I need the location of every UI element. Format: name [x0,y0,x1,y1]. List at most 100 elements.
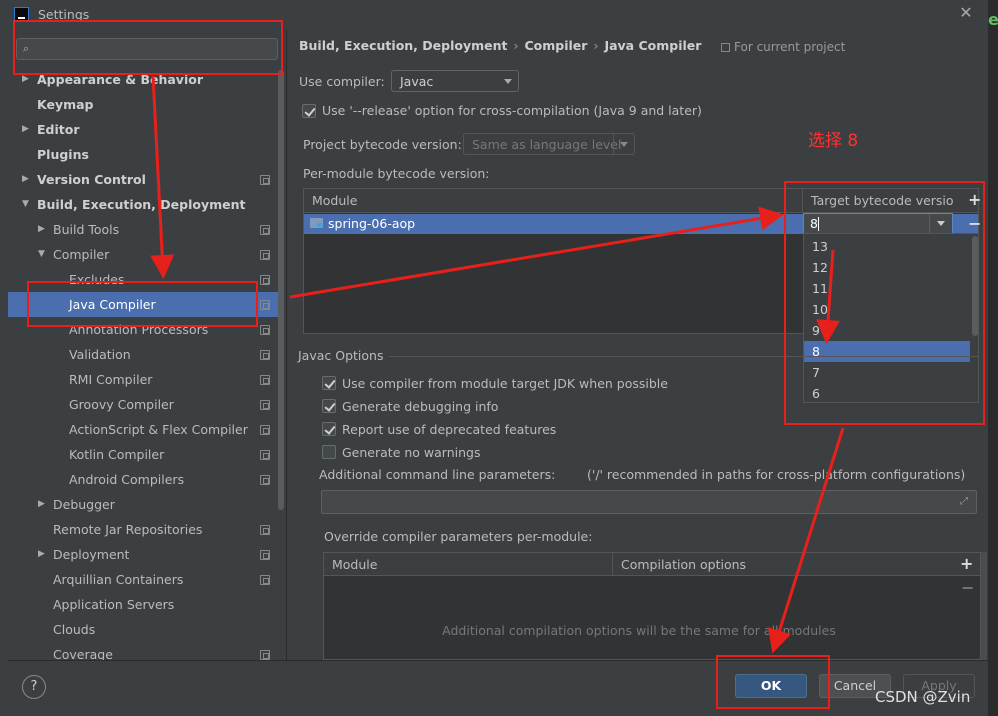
sidebar-item-appearance[interactable]: ▶ Appearance & Behavior [8,67,278,92]
dropdown-option[interactable]: 6 [804,383,970,404]
collapse-arrow-icon[interactable]: ▼ [22,192,29,217]
sidebar-item-label: Appearance & Behavior [37,72,203,87]
target-bytecode-editor[interactable]: 8 [803,213,953,234]
expand-arrow-icon[interactable]: ▶ [38,492,45,517]
breadcrumb-separator: › [593,38,599,53]
column-header-module[interactable]: Module [312,193,357,208]
sidebar-item-label: Annotation Processors [69,322,209,337]
project-scope-icon [260,325,270,335]
expand-arrow-icon[interactable]: ▶ [38,217,45,242]
sidebar-item-java-compiler[interactable]: Java Compiler [8,292,278,317]
sidebar-item-coverage[interactable]: Coverage [8,642,278,660]
sidebar-item-arquillian-containers[interactable]: Arquillian Containers [8,567,278,592]
settings-sidebar: ⌕ ▶ Appearance & Behavior Keymap ▶ Edito… [8,30,286,660]
dropdown-option[interactable]: 9 [804,320,970,341]
sidebar-item-plugins[interactable]: Plugins [8,142,278,167]
project-scope-icon [260,250,270,260]
override-params-table: Module Compilation options Additional co… [323,552,981,660]
sidebar-item-excludes[interactable]: Excludes [8,267,278,292]
sidebar-item-rmi-compiler[interactable]: RMI Compiler [8,367,278,392]
sidebar-item-actionscript-flex-compiler[interactable]: ActionScript & Flex Compiler [8,417,278,442]
sidebar-item-build-execution-deployment[interactable]: ▼ Build, Execution, Deployment [8,192,278,217]
column-header-module[interactable]: Module [332,557,377,572]
additional-params-input[interactable]: ⤢ [321,490,977,514]
table-header: Module Target bytecode version [304,189,978,213]
sidebar-scrollbar[interactable] [278,70,284,510]
sidebar-item-clouds[interactable]: Clouds [8,617,278,642]
expand-arrow-icon[interactable]: ▶ [22,67,29,92]
expand-arrow-icon[interactable]: ▶ [22,117,29,142]
sidebar-item-kotlin-compiler[interactable]: Kotlin Compiler [8,442,278,467]
sidebar-item-keymap[interactable]: Keymap [8,92,278,117]
project-bytecode-combobox: Same as language level [463,133,635,155]
project-scope-icon [260,375,270,385]
dropdown-scrollbar[interactable] [972,236,978,336]
project-scope-icon [260,300,270,310]
column-header-target-bytecode[interactable]: Target bytecode version [802,189,954,213]
module-folder-icon [310,218,323,228]
sidebar-item-label: Editor [37,122,80,137]
use-module-jdk-checkbox[interactable] [322,376,336,390]
sidebar-item-label: Keymap [37,97,94,112]
settings-search-box[interactable]: ⌕ [16,38,278,60]
release-option-checkbox[interactable] [302,104,316,118]
module-name: spring-06-aop [328,216,416,231]
ok-button[interactable]: OK [735,674,807,698]
sidebar-item-validation[interactable]: Validation [8,342,278,367]
sidebar-item-annotation-processors[interactable]: Annotation Processors [8,317,278,342]
use-compiler-combobox[interactable]: Javac [391,70,519,92]
sidebar-item-build-tools[interactable]: ▶ Build Tools [8,217,278,242]
expand-icon[interactable]: ⤢ [960,496,970,507]
add-icon[interactable]: + [968,190,981,209]
project-scope-icon [721,43,730,52]
for-current-project-hint: For current project [721,40,845,54]
dropdown-option[interactable]: 7 [804,362,970,383]
sidebar-item-application-servers[interactable]: Application Servers [8,592,278,617]
chevron-down-icon[interactable] [937,221,945,226]
breadcrumb-compiler[interactable]: Compiler [524,38,587,53]
sidebar-item-deployment[interactable]: ▶ Deployment [8,542,278,567]
intellij-logo-icon [14,7,29,22]
no-warnings-label: Generate no warnings [342,445,481,460]
sidebar-item-label: Debugger [53,497,115,512]
main-scrollbar[interactable] [981,552,987,660]
column-header-compilation-options[interactable]: Compilation options [612,553,956,576]
breadcrumb-build-execution-deployment[interactable]: Build, Execution, Deployment [299,38,507,53]
sidebar-item-remote-jar-repositories[interactable]: Remote Jar Repositories [8,517,278,542]
sidebar-item-editor[interactable]: ▶ Editor [8,117,278,142]
additional-params-label: Additional command line parameters: [319,467,556,482]
sidebar-item-label: Kotlin Compiler [69,447,165,462]
sidebar-item-label: Coverage [53,647,113,660]
sidebar-item-groovy-compiler[interactable]: Groovy Compiler [8,392,278,417]
breadcrumb-java-compiler: Java Compiler [604,38,702,53]
sidebar-item-compiler[interactable]: ▼ Compiler [8,242,278,267]
sidebar-item-label: Android Compilers [69,472,185,487]
expand-arrow-icon[interactable]: ▶ [38,542,45,567]
sidebar-item-version-control[interactable]: ▶ Version Control [8,167,278,192]
add-icon[interactable]: + [960,554,973,573]
dropdown-option-selected[interactable]: 8 [804,341,970,362]
sidebar-item-label: ActionScript & Flex Compiler [69,422,248,437]
collapse-arrow-icon[interactable]: ▼ [38,242,45,267]
release-option-label: Use '--release' option for cross-compila… [322,103,702,118]
help-button[interactable]: ? [22,675,46,699]
debugging-info-label: Generate debugging info [342,399,499,414]
dropdown-option[interactable]: 12 [804,257,970,278]
remove-icon[interactable]: − [968,214,981,233]
sidebar-item-label: Compiler [53,247,110,262]
project-scope-icon [260,475,270,485]
sidebar-item-debugger[interactable]: ▶ Debugger [8,492,278,517]
dropdown-option[interactable]: 10 [804,299,970,320]
group-divider [389,356,979,357]
no-warnings-checkbox[interactable] [322,445,336,459]
dropdown-option[interactable]: 11 [804,278,970,299]
project-scope-icon [260,450,270,460]
dropdown-option[interactable]: 13 [804,236,970,257]
per-module-label: Per-module bytecode version: [303,166,490,181]
expand-arrow-icon[interactable]: ▶ [22,167,29,192]
deprecated-features-checkbox[interactable] [322,422,336,436]
search-input[interactable] [39,41,273,57]
debugging-info-checkbox[interactable] [322,399,336,413]
close-icon[interactable]: ✕ [958,5,974,21]
sidebar-item-android-compilers[interactable]: Android Compilers [8,467,278,492]
